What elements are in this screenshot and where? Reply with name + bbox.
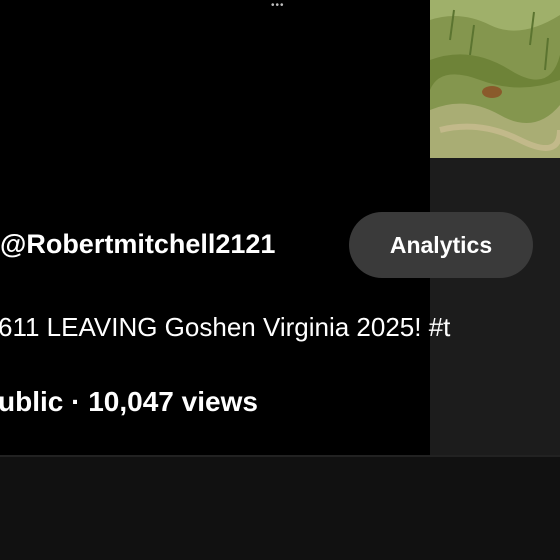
analytics-button[interactable]: Analytics <box>349 212 533 278</box>
video-panel-overlay <box>430 158 560 456</box>
video-visibility-views: ublic · 10,047 views <box>0 386 258 417</box>
video-thumbnail[interactable] <box>430 0 560 158</box>
channel-handle[interactable]: @Robertmitchell2121 <box>0 226 275 262</box>
more-horizontal-icon[interactable]: ••• <box>271 1 285 11</box>
grass-image <box>430 0 560 158</box>
video-title: 611 LEAVING Goshen Virginia 2025! #t <box>0 312 451 342</box>
video-details-screen: ••• @Robertmitchell2121 Analytics 611 LE… <box>0 0 560 560</box>
bottom-panel <box>0 457 560 560</box>
